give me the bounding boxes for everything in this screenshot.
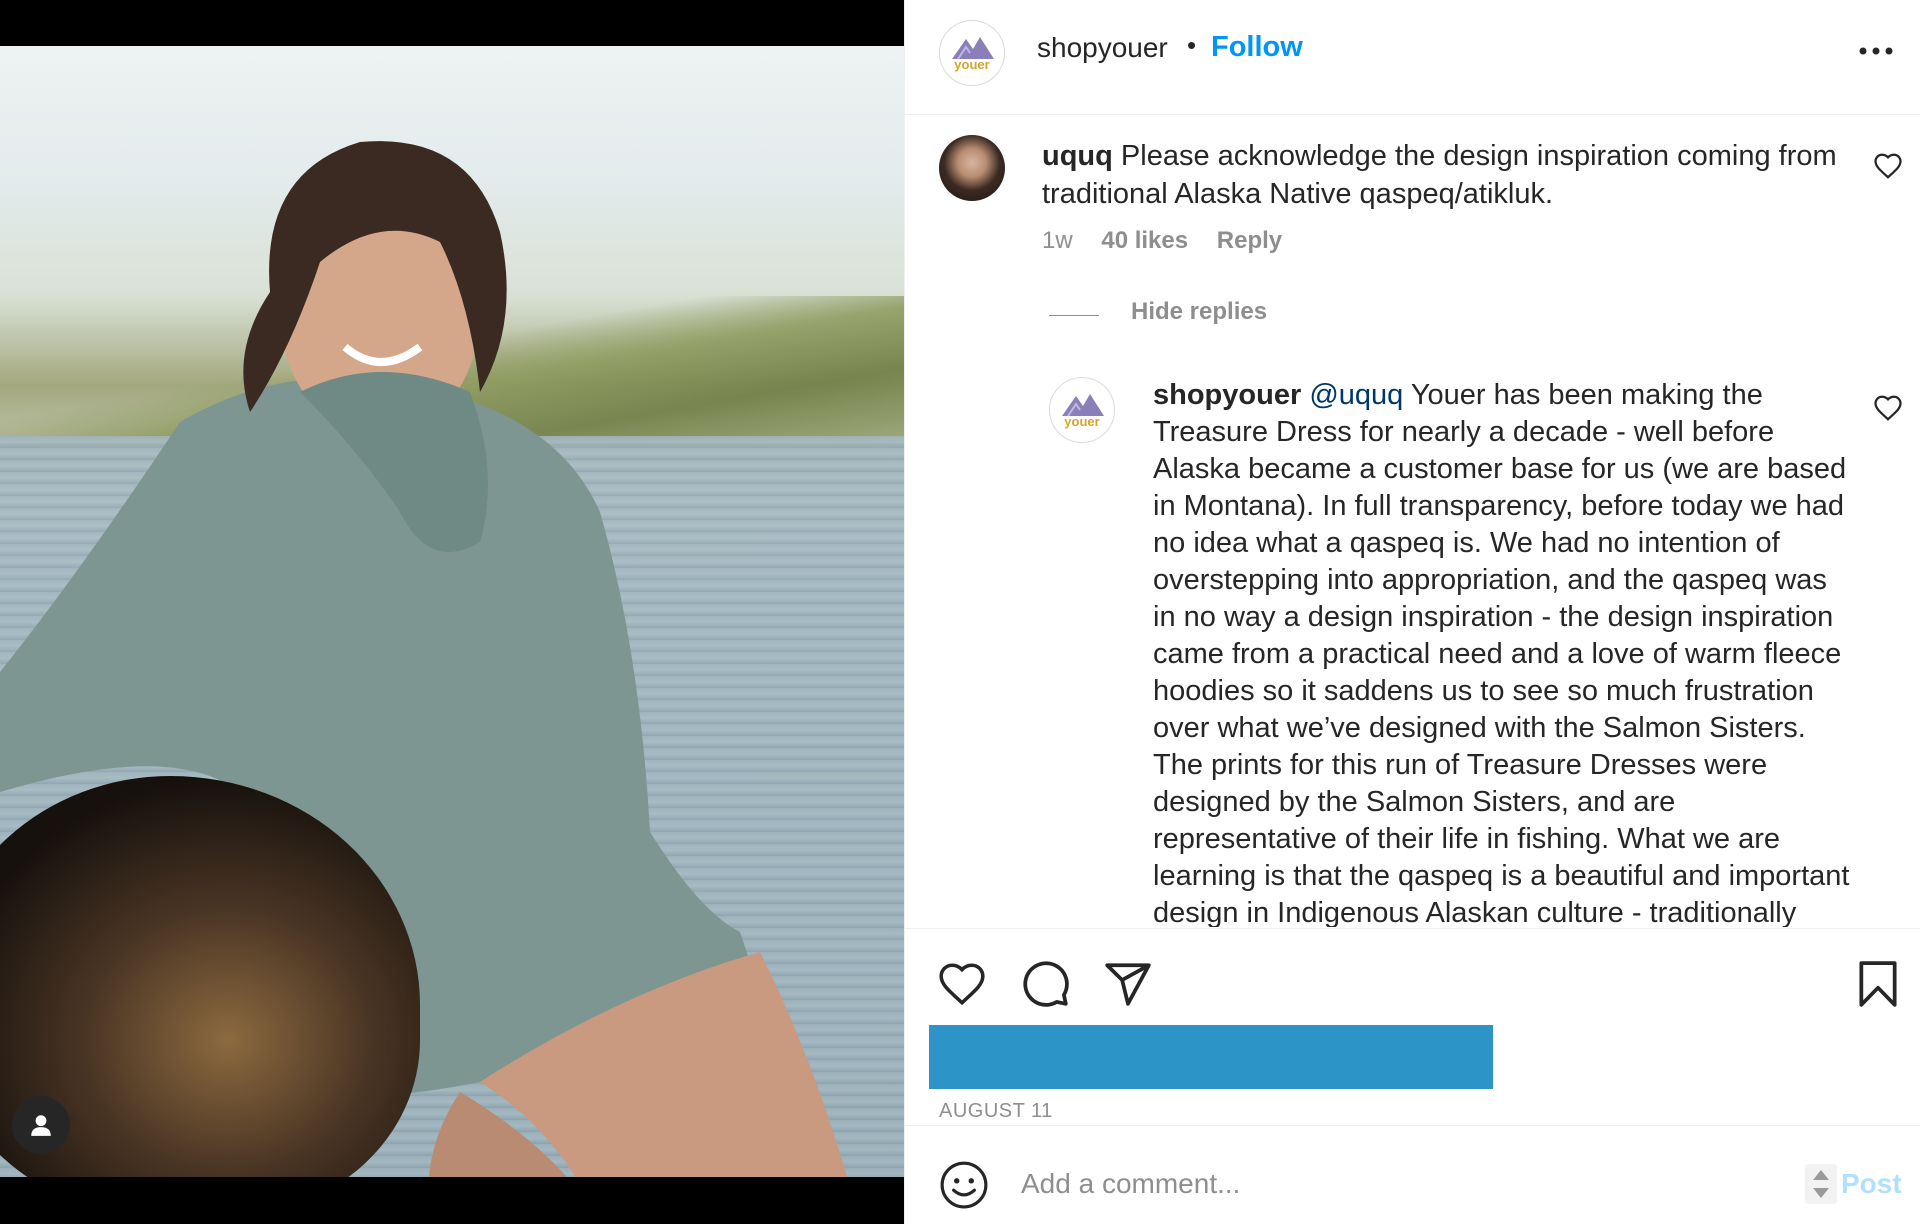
comment-body: uquq Please acknowledge the design inspi… (1042, 137, 1842, 213)
post-side-panel: youer shopyouer • Follow uquq Please ack… (904, 0, 1920, 1224)
comments-list[interactable]: uquq Please acknowledge the design inspi… (905, 115, 1920, 927)
scroll-arrows-icon[interactable] (1805, 1164, 1837, 1204)
post-comment-button[interactable]: Post (1841, 1168, 1902, 1200)
user-tag-icon[interactable] (12, 1096, 70, 1154)
comment-icon[interactable] (1021, 959, 1071, 1009)
hide-replies-line (1049, 315, 1099, 316)
more-horizontal-icon[interactable] (1851, 34, 1901, 68)
reply-button[interactable]: Reply (1217, 227, 1282, 254)
letterbox-top (0, 0, 904, 46)
comment-likes[interactable]: 40 likes (1101, 227, 1188, 254)
post-actions (905, 928, 1920, 1019)
comment-meta: 1w 40 likes Reply (1042, 227, 1304, 255)
comment-username[interactable]: uquq (1042, 140, 1113, 172)
likes-redacted-bar (929, 1025, 1493, 1089)
shopyouer-reply-avatar[interactable]: youer (1049, 377, 1115, 443)
avatar-logo-text: youer (954, 57, 989, 72)
reply-body: shopyouer @uquq Youer has been making th… (1153, 377, 1853, 927)
photo-image (0, 46, 904, 1177)
heart-icon[interactable] (1873, 393, 1903, 423)
comment-text: Please acknowledge the design inspiratio… (1042, 140, 1837, 210)
reply-username[interactable]: shopyouer (1153, 379, 1301, 411)
shopyouer-avatar[interactable]: youer (939, 20, 1005, 86)
uquq-avatar[interactable] (939, 135, 1005, 201)
comment-time[interactable]: 1w (1042, 227, 1073, 254)
post-date[interactable]: AUGUST 11 (939, 1100, 1053, 1123)
emoji-icon[interactable] (939, 1160, 989, 1210)
heart-icon[interactable] (937, 959, 987, 1009)
follow-button[interactable]: Follow (1211, 31, 1303, 64)
post-header: youer shopyouer • Follow (905, 0, 1920, 115)
post-author-username[interactable]: shopyouer (1037, 32, 1168, 64)
send-icon[interactable] (1103, 959, 1153, 1009)
avatar-logo-text: youer (1064, 414, 1099, 429)
add-comment-input[interactable]: Add a comment... (1021, 1168, 1240, 1200)
heart-icon[interactable] (1873, 151, 1903, 181)
reply-text: Youer has been making the Treasure Dress… (1153, 379, 1850, 927)
letterbox-bottom (0, 1177, 904, 1224)
header-separator: • (1187, 30, 1197, 60)
hide-replies-button[interactable]: Hide replies (1131, 298, 1267, 326)
add-comment-row: Add a comment... Post (905, 1125, 1920, 1225)
post-photo[interactable] (0, 0, 904, 1224)
bookmark-icon[interactable] (1853, 959, 1903, 1009)
reply-mention[interactable]: @uquq (1309, 379, 1403, 411)
